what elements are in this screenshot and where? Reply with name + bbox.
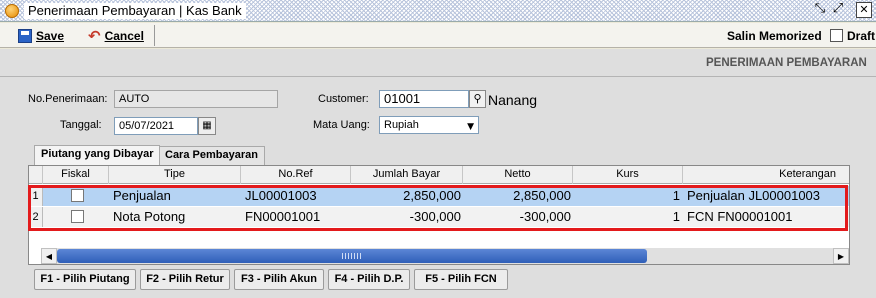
no-penerimaan-label: No.Penerimaan: [28,93,108,105]
toolbar-separator [154,25,155,46]
scrollbar-thumb[interactable] [57,249,647,263]
mata-uang-label: Mata Uang: [313,119,370,131]
column-header-jumlah-bayar[interactable]: Jumlah Bayar [351,166,463,184]
column-header-fiskal[interactable]: Fiskal [43,166,109,184]
window-title: Penerimaan Pembayaran | Kas Bank [24,3,246,19]
pilih-fcn-button[interactable]: F5 - Pilih FCN [414,269,508,290]
cell-tipe[interactable]: Penjualan [113,186,239,206]
customer-field[interactable]: 01001 [379,90,469,108]
row-number: 1 [29,186,43,206]
maximize-icon[interactable]: ⤢ [830,2,846,18]
pilih-retur-button[interactable]: F2 - Pilih Retur [140,269,230,290]
column-header-kurs[interactable]: Kurs [573,166,683,184]
table-header: Fiskal Tipe No.Ref Jumlah Bayar Netto Ku… [29,166,849,184]
mata-uang-select[interactable]: Rupiah ▼ [379,116,479,134]
horizontal-scrollbar[interactable]: ◀ ▶ [41,248,849,264]
draft-label: Draft [847,29,876,43]
floppy-disk-icon [18,28,32,43]
cell-netto[interactable]: -300,000 [463,207,571,227]
cell-jumlah-bayar[interactable]: -300,000 [351,207,461,227]
table-row[interactable]: 2 Nota Potong FN00001001 -300,000 -300,0… [29,207,849,227]
toolbar: Save ↶ Cancel Salin Memorized Draft [0,23,876,48]
customer-name: Nanang [488,92,538,108]
section-title: PENERIMAAN PEMBAYARAN [706,57,867,69]
calendar-icon[interactable]: ▦ [198,117,216,135]
cell-netto[interactable]: 2,850,000 [463,186,571,206]
divider [0,76,876,77]
cell-keterangan[interactable]: Penjualan JL00001003 [687,186,849,206]
row-number-header [29,166,43,184]
fiskal-checkbox[interactable] [71,210,84,223]
piutang-table: Fiskal Tipe No.Ref Jumlah Bayar Netto Ku… [28,165,850,265]
chevron-down-icon: ▼ [467,122,474,132]
cell-no-ref[interactable]: JL00001003 [245,186,349,206]
window-titlebar: Penerimaan Pembayaran | Kas Bank ⤡ ⤢ ✕ [0,0,876,22]
tanggal-field[interactable]: 05/07/2021 [114,117,198,135]
mata-uang-value: Rupiah [384,119,419,131]
restore-icon[interactable]: ⤡ [812,2,828,18]
scrollbar-grip [342,253,362,259]
save-label: Save [36,28,65,43]
column-header-keterangan[interactable]: Keterangan [683,166,849,184]
cell-keterangan[interactable]: FCN FN00001001 [687,207,849,227]
no-penerimaan-field: AUTO [114,90,278,108]
tanggal-label: Tanggal: [60,119,102,131]
cell-kurs[interactable]: 1 [573,207,680,227]
cell-no-ref[interactable]: FN00001001 [245,207,349,227]
salin-memorized-button[interactable]: Salin Memorized [727,29,822,43]
pilih-piutang-button[interactable]: F1 - Pilih Piutang [34,269,136,290]
cell-jumlah-bayar[interactable]: 2,850,000 [351,186,461,206]
main-panel: PENERIMAAN PEMBAYARAN No.Penerimaan: AUT… [0,49,876,298]
cancel-button[interactable]: ↶ Cancel [88,26,144,45]
cancel-label: Cancel [104,28,144,43]
customer-label: Customer: [318,93,369,105]
table-row[interactable]: 1 Penjualan JL00001003 2,850,000 2,850,0… [29,186,849,206]
row-number: 2 [29,207,43,227]
save-button[interactable]: Save [18,26,64,45]
cell-tipe[interactable]: Nota Potong [113,207,239,227]
search-icon[interactable]: ⚲ [469,90,486,108]
scroll-left-icon[interactable]: ◀ [41,248,57,264]
pilih-akun-button[interactable]: F3 - Pilih Akun [234,269,324,290]
pilih-dp-button[interactable]: F4 - Pilih D.P. [328,269,410,290]
fiskal-checkbox[interactable] [71,189,84,202]
column-header-netto[interactable]: Netto [463,166,573,184]
undo-arrow-icon: ↶ [88,26,101,45]
tab-piutang-dibayar[interactable]: Piutang yang Dibayar [34,145,161,165]
tab-cara-pembayaran[interactable]: Cara Pembayaran [158,146,265,165]
cell-kurs[interactable]: 1 [573,186,680,206]
draft-checkbox[interactable] [830,29,843,42]
column-header-tipe[interactable]: Tipe [109,166,241,184]
column-header-no-ref[interactable]: No.Ref [241,166,351,184]
scroll-right-icon[interactable]: ▶ [833,248,849,264]
close-icon[interactable]: ✕ [856,2,872,18]
app-logo-icon [5,4,19,18]
